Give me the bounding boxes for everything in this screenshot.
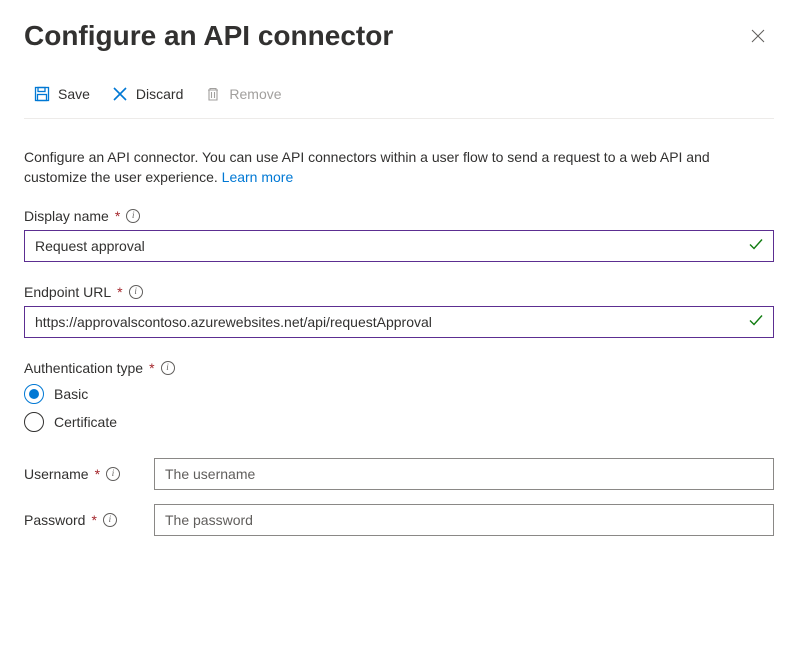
display-name-input[interactable] — [24, 230, 774, 262]
auth-type-option-certificate-label: Certificate — [54, 414, 117, 430]
info-icon[interactable]: i — [129, 285, 143, 299]
required-marker: * — [117, 284, 122, 300]
trash-icon — [205, 86, 221, 102]
auth-type-radio-certificate[interactable]: Certificate — [24, 412, 774, 432]
intro-text-body: Configure an API connector. You can use … — [24, 149, 710, 185]
save-button[interactable]: Save — [24, 80, 100, 108]
required-marker: * — [149, 360, 154, 376]
auth-type-radio-basic[interactable]: Basic — [24, 384, 774, 404]
password-input[interactable] — [154, 504, 774, 536]
remove-button-label: Remove — [229, 86, 281, 102]
discard-button-label: Discard — [136, 86, 183, 102]
remove-button: Remove — [195, 80, 291, 108]
password-label: Password — [24, 512, 85, 528]
radio-icon — [24, 384, 44, 404]
auth-type-option-basic-label: Basic — [54, 386, 88, 402]
discard-icon — [112, 86, 128, 102]
close-icon — [751, 29, 765, 43]
save-icon — [34, 86, 50, 102]
discard-button[interactable]: Discard — [102, 80, 193, 108]
auth-type-label: Authentication type — [24, 360, 143, 376]
required-marker: * — [95, 466, 100, 482]
toolbar: Save Discard Remove — [24, 72, 774, 119]
required-marker: * — [91, 512, 96, 528]
save-button-label: Save — [58, 86, 90, 102]
info-icon[interactable]: i — [126, 209, 140, 223]
required-marker: * — [115, 208, 120, 224]
close-button[interactable] — [742, 20, 774, 52]
learn-more-link[interactable]: Learn more — [222, 169, 294, 185]
radio-icon — [24, 412, 44, 432]
page-title: Configure an API connector — [24, 20, 393, 52]
endpoint-url-label: Endpoint URL — [24, 284, 111, 300]
intro-text: Configure an API connector. You can use … — [24, 147, 774, 188]
username-label: Username — [24, 466, 89, 482]
info-icon[interactable]: i — [161, 361, 175, 375]
username-input[interactable] — [154, 458, 774, 490]
info-icon[interactable]: i — [103, 513, 117, 527]
info-icon[interactable]: i — [106, 467, 120, 481]
endpoint-url-input[interactable] — [24, 306, 774, 338]
display-name-label: Display name — [24, 208, 109, 224]
